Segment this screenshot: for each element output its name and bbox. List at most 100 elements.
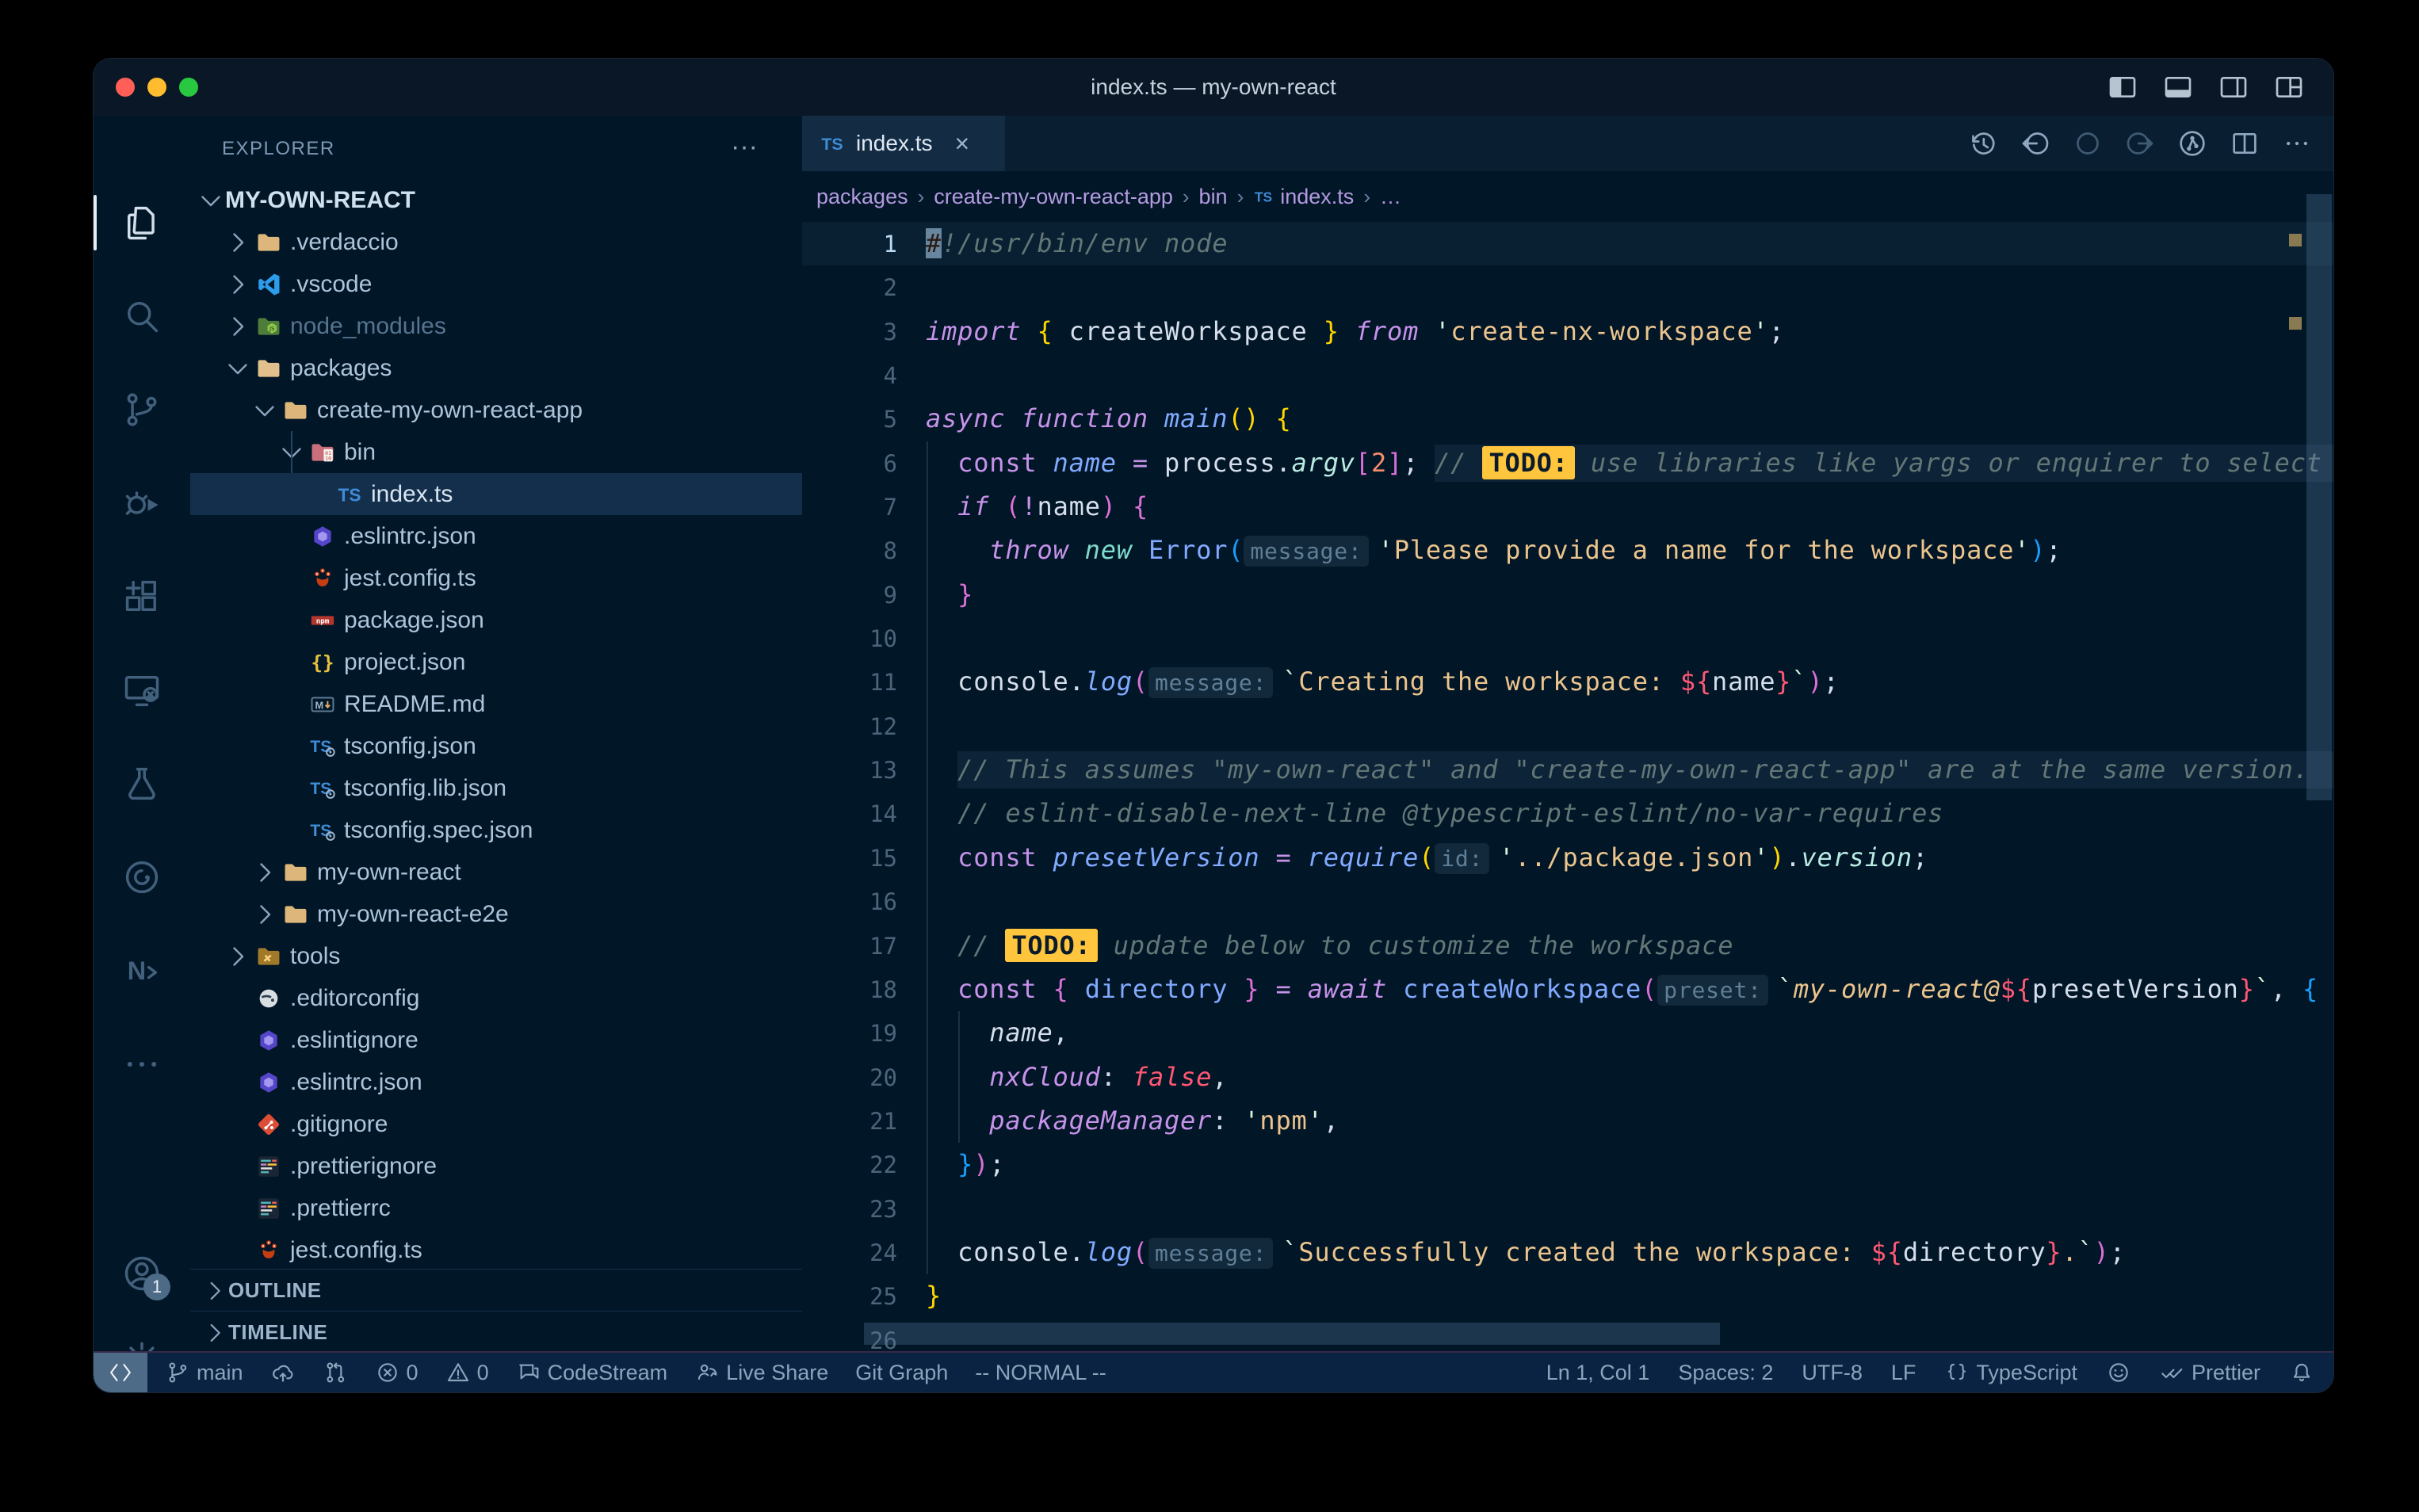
tree-root-MY-OWN-REACT[interactable]: MY-OWN-REACT (190, 179, 802, 221)
tree-item-bin[interactable]: 0110bin (190, 431, 802, 473)
activity-extensions-icon[interactable] (121, 576, 162, 617)
layout-grid-icon[interactable] (2273, 71, 2305, 103)
tree-item-tsconfig.json[interactable]: TStsconfig.json (190, 725, 802, 767)
activity-nx-console-icon[interactable]: N (121, 950, 162, 991)
tree-item-packages[interactable]: packages (190, 347, 802, 389)
breadcrumb-item-index.ts[interactable]: TSindex.ts (1253, 185, 1354, 209)
code-line-1[interactable]: 1#!/usr/bin/env node (802, 222, 2333, 265)
tree-item-create-my-own-react-app[interactable]: create-my-own-react-app (190, 389, 802, 431)
tree-item-tools[interactable]: tools (190, 935, 802, 977)
code-line-4[interactable]: 4 (802, 353, 2333, 397)
layout-panel-icon[interactable] (2162, 71, 2194, 103)
code-line-12[interactable]: 12 (802, 704, 2333, 748)
ellipsis-icon[interactable] (2281, 128, 2313, 159)
horizontal-scrollbar[interactable] (864, 1323, 1720, 1345)
breadcrumb-item-create-my-own-react-app[interactable]: create-my-own-react-app (934, 185, 1173, 209)
code-line-18[interactable]: 18 const { directory } = await createWor… (802, 968, 2333, 1011)
activity-beaker-icon[interactable] (121, 763, 162, 804)
tree-item-.prettierignore[interactable]: .prettierignore (190, 1145, 802, 1187)
status-notifications[interactable] (2289, 1360, 2314, 1385)
tree-item-tsconfig.spec.json[interactable]: TStsconfig.spec.json (190, 809, 802, 851)
vertical-scrollbar[interactable] (2306, 194, 2332, 800)
circle-icon[interactable] (2072, 128, 2104, 159)
tree-item-.verdaccio[interactable]: .verdaccio (190, 221, 802, 263)
tree-item-.vscode[interactable]: .vscode (190, 263, 802, 305)
tree-item-my-own-react-e2e[interactable]: my-own-react-e2e (190, 893, 802, 935)
tab-index-ts[interactable]: TS index.ts × (802, 116, 1005, 171)
status-vim-mode[interactable]: -- NORMAL -- (975, 1361, 1106, 1385)
status-git-actions[interactable] (323, 1360, 348, 1385)
code-line-19[interactable]: 19 name, (802, 1011, 2333, 1055)
close-tab-icon[interactable]: × (955, 129, 970, 158)
status-live-share[interactable]: Live Share (694, 1360, 828, 1385)
activity-more-icon[interactable] (121, 1044, 162, 1085)
code-line-13[interactable]: 13 // This assumes "my-own-react" and "c… (802, 748, 2333, 792)
status-prettier[interactable]: Prettier (2160, 1360, 2260, 1385)
layout-sidebar-left-icon[interactable] (2107, 71, 2138, 103)
breadcrumb-item-packages[interactable]: packages (816, 185, 908, 209)
status-errors[interactable]: 0 (375, 1360, 418, 1385)
tree-item-tsconfig.lib.json[interactable]: TStsconfig.lib.json (190, 767, 802, 809)
activity-search-icon[interactable] (121, 296, 162, 337)
code-line-15[interactable]: 15 const presetVersion = require(id:'../… (802, 836, 2333, 880)
remote-indicator[interactable] (94, 1353, 147, 1392)
history-icon[interactable] (1967, 128, 1999, 159)
tree-item-.eslintrc.json[interactable]: .eslintrc.json (190, 515, 802, 557)
activity-source-control-icon[interactable] (121, 389, 162, 430)
split-editor-icon[interactable] (2229, 128, 2260, 159)
code-editor[interactable]: 1#!/usr/bin/env node23import { createWor… (802, 222, 2333, 1353)
tree-item-my-own-react[interactable]: my-own-react (190, 851, 802, 893)
section-outline[interactable]: OUTLINE (190, 1269, 802, 1312)
layout-sidebar-right-icon[interactable] (2218, 71, 2249, 103)
tree-item-.prettierrc[interactable]: .prettierrc (190, 1187, 802, 1229)
tree-item-project.json[interactable]: {}project.json (190, 641, 802, 683)
tree-item-jest.config.ts[interactable]: jest.config.ts (190, 557, 802, 599)
status-encoding[interactable]: UTF-8 (1802, 1361, 1863, 1385)
code-line-9[interactable]: 9 } (802, 573, 2333, 617)
code-line-8[interactable]: 8 throw new Error(message:'Please provid… (802, 529, 2333, 572)
status-git-branch-main[interactable]: main (165, 1360, 243, 1385)
activity-remote-explorer-icon[interactable] (121, 670, 162, 711)
activity-codestream-icon[interactable] (121, 857, 162, 898)
code-line-21[interactable]: 21 packageManager: 'npm', (802, 1099, 2333, 1143)
arrow-left-circle-icon[interactable] (2020, 128, 2051, 159)
code-line-10[interactable]: 10 (802, 617, 2333, 660)
tree-item-.editorconfig[interactable]: .editorconfig (190, 977, 802, 1019)
tree-item-.eslintignore[interactable]: .eslintignore (190, 1019, 802, 1061)
git-circle-icon[interactable] (2176, 128, 2208, 159)
status-warnings[interactable]: 0 (445, 1360, 489, 1385)
status-codestream[interactable]: CodeStream (516, 1360, 668, 1385)
status-indentation[interactable]: Spaces: 2 (1678, 1361, 1773, 1385)
code-line-3[interactable]: 3import { createWorkspace } from 'create… (802, 310, 2333, 353)
status-language-mode[interactable]: TypeScript (1944, 1360, 2077, 1385)
circle-arrow-right-icon[interactable] (2124, 128, 2156, 159)
tree-item-.eslintrc.json[interactable]: .eslintrc.json (190, 1061, 802, 1103)
code-line-24[interactable]: 24 console.log(message:`Successfully cre… (802, 1231, 2333, 1274)
code-line-20[interactable]: 20 nxCloud: false, (802, 1056, 2333, 1099)
tree-item-node_modules[interactable]: JSnode_modules (190, 305, 802, 347)
code-line-25[interactable]: 25} (802, 1274, 2333, 1318)
code-line-16[interactable]: 16 (802, 880, 2333, 923)
activity-account-icon[interactable]: 1 (121, 1253, 162, 1294)
status-cursor-position[interactable]: Ln 1, Col 1 (1546, 1361, 1650, 1385)
breadcrumb-item-…[interactable]: … (1380, 185, 1401, 209)
status-publish[interactable] (270, 1360, 296, 1385)
code-line-5[interactable]: 5async function main() { (802, 397, 2333, 441)
tree-item-jest.config.ts[interactable]: jest.config.ts (190, 1229, 802, 1271)
code-line-22[interactable]: 22 }); (802, 1143, 2333, 1186)
status-feedback[interactable] (2106, 1360, 2131, 1385)
status-eol[interactable]: LF (1891, 1361, 1916, 1385)
code-line-14[interactable]: 14 // eslint-disable-next-line @typescri… (802, 792, 2333, 835)
code-line-17[interactable]: 17 // TODO: update below to customize th… (802, 924, 2333, 968)
code-line-7[interactable]: 7 if (!name) { (802, 485, 2333, 529)
code-line-2[interactable]: 2 (802, 265, 2333, 309)
tree-item-.gitignore[interactable]: .gitignore (190, 1103, 802, 1145)
status-git-graph[interactable]: Git Graph (855, 1361, 948, 1385)
breadcrumb-item-bin[interactable]: bin (1199, 185, 1228, 209)
tree-item-index.ts[interactable]: TSindex.ts (190, 473, 802, 515)
explorer-more-actions-icon[interactable]: ··· (731, 132, 758, 162)
code-line-6[interactable]: 6 const name = process.argv[2]; // TODO:… (802, 441, 2333, 485)
activity-debug-icon[interactable] (121, 483, 162, 524)
tree-item-README.md[interactable]: MREADME.md (190, 683, 802, 725)
tree-item-package.json[interactable]: npmpackage.json (190, 599, 802, 641)
